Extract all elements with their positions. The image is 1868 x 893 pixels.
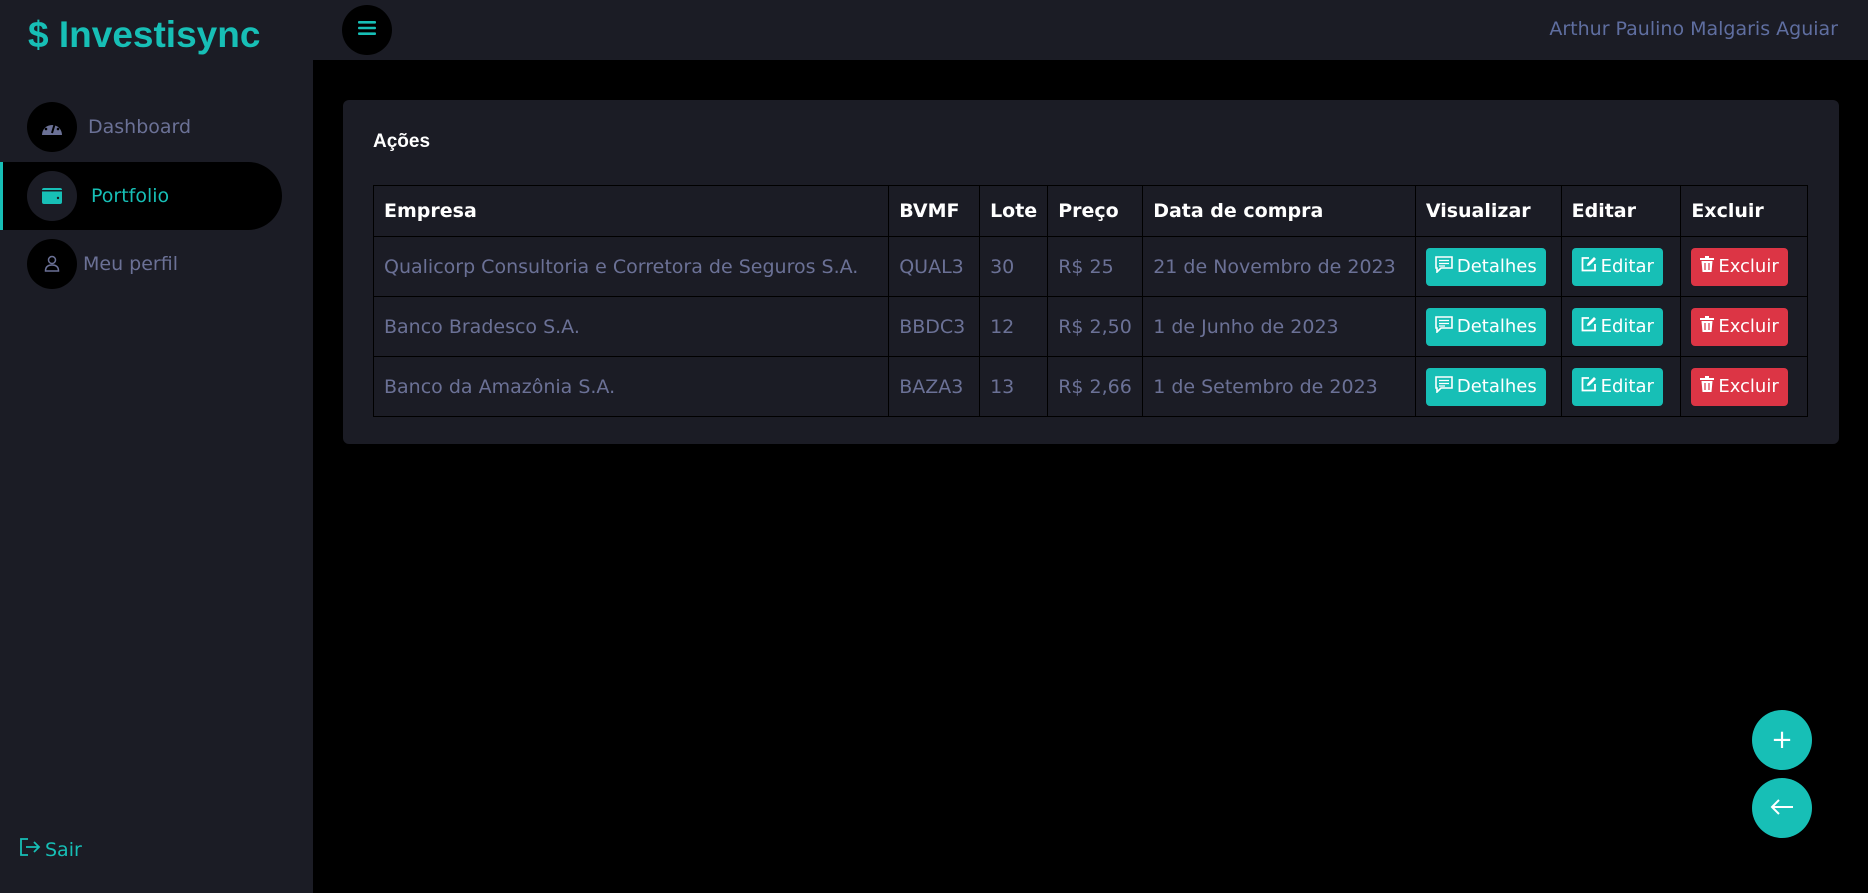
table-header-row: Empresa BVMF Lote Preço Data de compra V… <box>372 185 1808 237</box>
delete-button[interactable]: Excluir <box>1691 247 1788 286</box>
details-label: Detalhes <box>1456 316 1537 337</box>
trash-icon <box>1700 256 1715 277</box>
col-bvmf: BVMF <box>888 185 981 237</box>
cell-visualizar: Detalhes <box>1414 296 1562 357</box>
cell-bvmf: BBDC3 <box>888 296 981 357</box>
user-name[interactable]: Arthur Paulino Malgaris Aguiar <box>1549 18 1838 40</box>
col-data: Data de compra <box>1142 185 1416 237</box>
col-editar: Editar <box>1560 185 1682 237</box>
edit-button[interactable]: Editar <box>1571 247 1663 286</box>
details-label: Detalhes <box>1456 376 1537 397</box>
details-button[interactable]: Detalhes <box>1425 307 1546 346</box>
table-row: Banco da Amazônia S.A. BAZA3 13 R$ 2,66 … <box>372 356 1808 417</box>
cell-editar: Editar <box>1560 236 1682 297</box>
sidebar-item-portfolio[interactable]: Portfolio <box>0 162 282 230</box>
card-title: Ações <box>373 131 431 152</box>
edit-button[interactable]: Editar <box>1571 307 1663 346</box>
delete-button[interactable]: Excluir <box>1691 367 1788 406</box>
col-lote: Lote <box>979 185 1049 237</box>
menu-toggle-button[interactable] <box>342 5 392 55</box>
details-button[interactable]: Detalhes <box>1425 367 1546 406</box>
logout-label: Sair <box>45 838 82 861</box>
delete-label: Excluir <box>1718 256 1779 277</box>
col-excluir: Excluir <box>1680 185 1808 237</box>
cell-data: 1 de Setembro de 2023 <box>1142 356 1416 417</box>
col-preco: Preço <box>1047 185 1144 237</box>
cell-preco: R$ 2,66 <box>1047 356 1144 417</box>
cell-visualizar: Detalhes <box>1414 356 1562 417</box>
cell-empresa: Qualicorp Consultoria e Corretora de Seg… <box>372 236 890 297</box>
cell-editar: Editar <box>1560 356 1682 417</box>
trash-icon <box>1700 316 1715 337</box>
sidebar-item-label: Dashboard <box>88 116 192 138</box>
delete-label: Excluir <box>1718 376 1779 397</box>
edit-icon <box>1581 256 1597 277</box>
gauge-icon <box>27 102 77 152</box>
cell-bvmf: BAZA3 <box>888 356 981 417</box>
cell-excluir: Excluir <box>1680 356 1808 417</box>
stocks-card: Ações Empresa BVMF Lote Preço Data de co… <box>343 100 1839 444</box>
edit-label: Editar <box>1600 256 1654 277</box>
sidebar-item-dashboard[interactable]: Dashboard <box>0 93 282 161</box>
edit-label: Editar <box>1600 376 1654 397</box>
add-stock-button[interactable]: + <box>1752 710 1812 770</box>
chat-icon <box>1435 375 1453 398</box>
table-row: Banco Bradesco S.A. BBDC3 12 R$ 2,50 1 d… <box>372 296 1808 357</box>
cell-editar: Editar <box>1560 296 1682 357</box>
sidebar-item-label: Meu perfil <box>83 253 178 275</box>
cell-lote: 12 <box>979 296 1049 357</box>
cell-visualizar: Detalhes <box>1414 236 1562 297</box>
cell-preco: R$ 2,50 <box>1047 296 1144 357</box>
chat-icon <box>1435 315 1453 338</box>
cell-data: 21 de Novembro de 2023 <box>1142 236 1416 297</box>
trash-icon <box>1700 376 1715 397</box>
sidebar-item-meu-perfil[interactable]: Meu perfil <box>0 230 282 298</box>
cell-excluir: Excluir <box>1680 236 1808 297</box>
col-empresa: Empresa <box>372 185 890 237</box>
cell-empresa: Banco da Amazônia S.A. <box>372 356 890 417</box>
app-logo[interactable]: $ Investisync <box>28 14 260 56</box>
edit-label: Editar <box>1600 316 1654 337</box>
cell-empresa: Banco Bradesco S.A. <box>372 296 890 357</box>
logout-link[interactable]: Sair <box>19 837 82 862</box>
cell-excluir: Excluir <box>1680 296 1808 357</box>
chat-icon <box>1435 255 1453 278</box>
arrow-left-icon <box>1770 793 1794 823</box>
details-label: Detalhes <box>1456 256 1537 277</box>
sidebar-item-label: Portfolio <box>91 185 170 207</box>
cell-data: 1 de Junho de 2023 <box>1142 296 1416 357</box>
user-icon <box>27 239 77 289</box>
cell-bvmf: QUAL3 <box>888 236 981 297</box>
cell-lote: 30 <box>979 236 1049 297</box>
edit-button[interactable]: Editar <box>1571 367 1663 406</box>
col-visualizar: Visualizar <box>1414 185 1562 237</box>
details-button[interactable]: Detalhes <box>1425 247 1546 286</box>
sidebar: $ Investisync Dashboard Portfolio Meu pe… <box>0 0 313 893</box>
table-row: Qualicorp Consultoria e Corretora de Seg… <box>372 236 1808 297</box>
plus-icon: + <box>1771 725 1793 755</box>
edit-icon <box>1581 376 1597 397</box>
logout-icon <box>19 837 41 862</box>
cell-lote: 13 <box>979 356 1049 417</box>
back-button[interactable] <box>1752 778 1812 838</box>
hamburger-icon <box>358 20 376 40</box>
delete-label: Excluir <box>1718 316 1779 337</box>
edit-icon <box>1581 316 1597 337</box>
wallet-icon <box>27 171 77 221</box>
stocks-table: Empresa BVMF Lote Preço Data de compra V… <box>372 185 1808 417</box>
cell-preco: R$ 25 <box>1047 236 1144 297</box>
delete-button[interactable]: Excluir <box>1691 307 1788 346</box>
